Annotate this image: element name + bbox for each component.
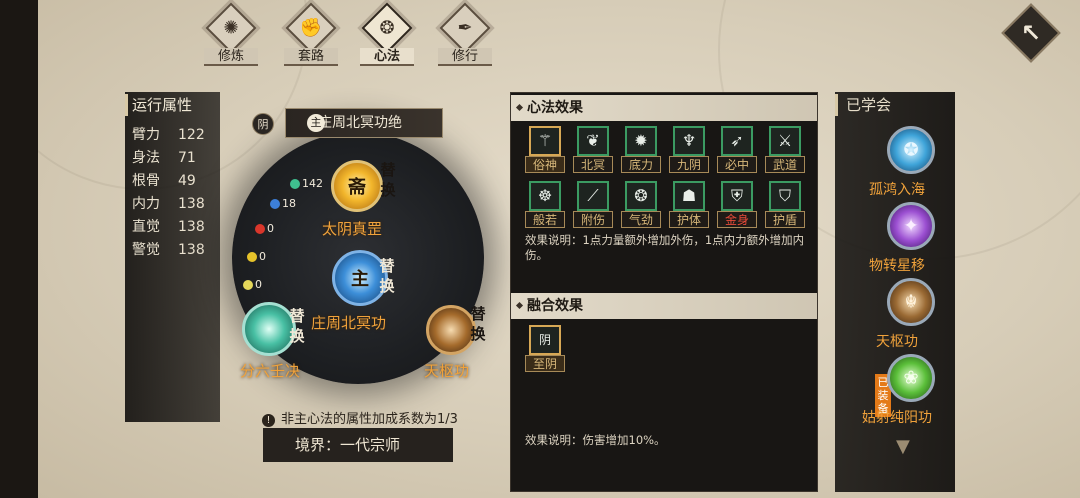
fusion-description: 效果说明：伤害增加10%。 (525, 433, 666, 447)
scroll-down-arrow-icon[interactable]: ▼ (896, 436, 910, 457)
main-skill-tag: 绝 (388, 115, 402, 131)
effect-item[interactable]: ➶ 必中 (717, 124, 757, 174)
learned-skill-orb[interactable]: ✦ (887, 202, 935, 250)
close-icon: ↖ (1020, 19, 1042, 47)
effect-item[interactable]: ⛨ 金身 (717, 179, 757, 229)
attribute-row: 内力 138 (132, 196, 205, 212)
skill-name-zhuangzhou: 庄周北冥功 (311, 314, 387, 332)
effect-icon: ⚚ (529, 126, 561, 156)
tab-label: 套路 (284, 48, 338, 66)
effects-panel: 心法效果 ⚚ 俗神 ❦ 北冥 ✹ 底力 ♆ 九阴 ➶ 必中 ⚔ 武道 ☸ 般若 ⟋ 附伤 ❂ 气劲… (510, 92, 818, 492)
tab-label: 修行 (438, 48, 492, 66)
effect-icon: ❂ (625, 181, 657, 211)
effect-item[interactable]: ❦ 北冥 (573, 124, 613, 174)
hint-text: ! 非主心法的属性加成系数为1/3 (262, 408, 458, 427)
effect-icon: ➶ (721, 126, 753, 156)
info-icon: ! (262, 414, 275, 427)
tab-routines[interactable]: ✊ 套路 (276, 2, 346, 66)
effects-header: 心法效果 (511, 95, 817, 121)
learned-skill-name: 天枢功 (876, 334, 918, 350)
zhuangzhou-icon: 主 (351, 269, 369, 290)
effect-item[interactable]: ⟋ 附伤 (573, 179, 613, 229)
effect-item[interactable]: ♆ 九阴 (669, 124, 709, 174)
attribute-row: 身法 71 (132, 150, 196, 166)
mini-stat-yellow: 0 (247, 250, 266, 263)
effect-item[interactable]: ❂ 气劲 (621, 179, 661, 229)
scroll-emblem-icon: ✒ (457, 17, 473, 39)
fusion-item[interactable]: 阴至阴 (525, 323, 565, 373)
fusion-icon: 阴 (529, 325, 561, 355)
yin-badge: 阴 (252, 113, 274, 135)
mini-stat-blue: 18 (270, 197, 296, 210)
attribute-row: 根骨 49 (132, 173, 196, 189)
tab-mind-method[interactable]: ❂ 心法 (352, 2, 422, 66)
main-skill-name: 庄周北冥功 (318, 115, 388, 131)
replace-button-fenliu[interactable]: 替换 (287, 306, 307, 346)
effects-description: 效果说明：1点力量额外增加外伤，1点内力额外增加内伤。 (525, 233, 805, 262)
effect-item[interactable]: ⚔ 武道 (765, 124, 805, 174)
tab-training[interactable]: ✺ 修炼 (196, 2, 266, 66)
replace-button-taiyin[interactable]: 替换 (378, 160, 398, 200)
effect-item[interactable]: ⛉ 护盾 (765, 179, 805, 229)
effect-item[interactable]: ⚚ 俗神 (525, 124, 565, 174)
effect-icon: ☸ (529, 181, 561, 211)
learned-skill-orb[interactable]: ✪ (887, 126, 935, 174)
fist-emblem-icon: ✊ (299, 17, 323, 39)
effect-icon: ❦ (577, 126, 609, 156)
learned-skill-orb[interactable]: ❀ (887, 354, 935, 402)
attribute-row: 警觉 138 (132, 242, 205, 258)
effect-icon: ♆ (673, 126, 705, 156)
attributes-panel: 运行属性 臂力 122 身法 71 根骨 49 内力 138 直觉 138 警觉 138 (125, 92, 220, 422)
mini-stat-jade: 142 (290, 177, 323, 190)
realm-bar: 境界：一代宗师 (263, 428, 453, 462)
attribute-row: 臂力 122 (132, 127, 205, 143)
taiyin-icon: 斋 (348, 177, 366, 198)
effect-icon: ✹ (625, 126, 657, 156)
effect-item[interactable]: ☗ 护体 (669, 179, 709, 229)
flame-emblem-icon: ✺ (223, 17, 239, 39)
skill-name-tianshu: 天枢功 (424, 362, 470, 380)
main-skill-bar[interactable]: 主 庄周北冥功绝 (285, 108, 443, 138)
effect-icon: ⛉ (769, 181, 801, 211)
effect-icon: ⛨ (721, 181, 753, 211)
skill-name-taiyin: 太阴真罡 (322, 220, 383, 238)
effect-item[interactable]: ✹ 底力 (621, 124, 661, 174)
attributes-title: 运行属性 (125, 94, 220, 116)
learned-panel: 已学会 ✪ 孤鸿入海 ✦ 物转星移 已装备 ☬ 天枢功 ❀ 姑射纯阳功 (835, 92, 955, 492)
tab-label: 修炼 (204, 48, 258, 66)
mini-stat-red: 0 (255, 222, 274, 235)
main-badge: 主 (307, 114, 325, 132)
skill-name-fenliu: 分六壬决 (240, 362, 301, 380)
replace-button-zhuangzhou[interactable]: 替换 (377, 256, 397, 296)
learned-skill-orb[interactable]: ☬ (887, 278, 935, 326)
effect-icon: ☗ (673, 181, 705, 211)
effect-icon: ⚔ (769, 126, 801, 156)
learned-skill-name: 姑射纯阳功 (862, 410, 932, 426)
learned-skill-name: 物转星移 (869, 258, 925, 274)
learned-skill-name: 孤鸿入海 (869, 182, 925, 198)
attribute-row: 直觉 138 (132, 219, 205, 235)
mini-stat-gold: 0 (243, 278, 262, 291)
fusion-header: 融合效果 (511, 293, 817, 319)
swirl-emblem-icon: ❂ (379, 17, 395, 39)
replace-button-tianshu[interactable]: 替换 (468, 304, 488, 344)
tab-label: 心法 (360, 48, 414, 66)
effect-icon: ⟋ (577, 181, 609, 211)
learned-title: 已学会 (835, 94, 955, 116)
tab-cultivation[interactable]: ✒ 修行 (430, 2, 500, 66)
skill-orb-taiyin[interactable]: 斋 (331, 160, 383, 212)
effect-item[interactable]: ☸ 般若 (525, 179, 565, 229)
